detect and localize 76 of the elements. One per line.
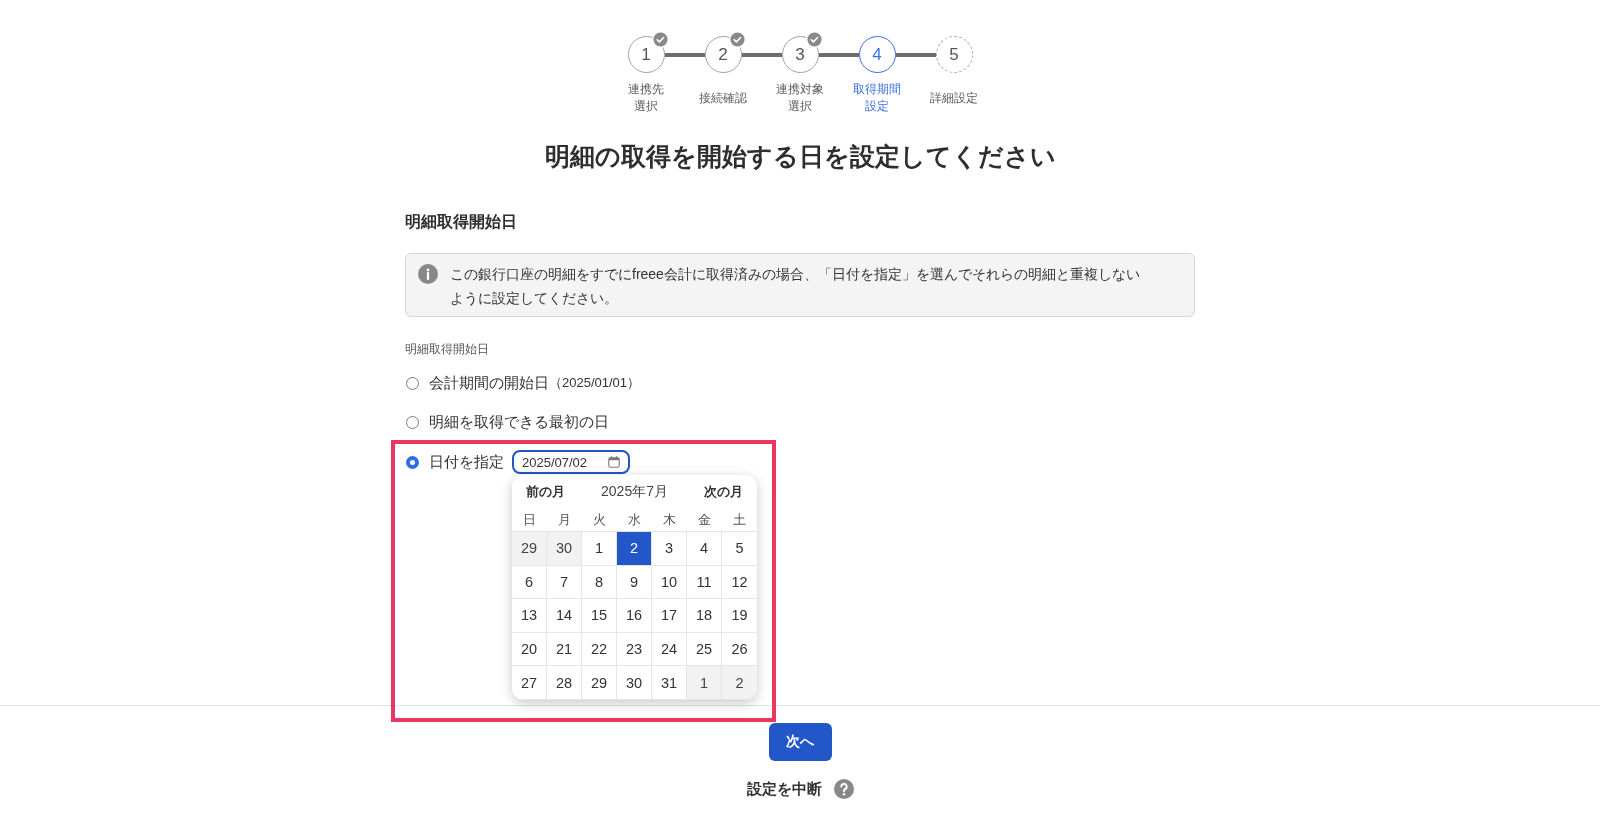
help-icon[interactable] xyxy=(833,779,854,799)
cancel-setup-link[interactable]: 設定を中断 xyxy=(746,779,822,799)
calendar-day[interactable]: 2 xyxy=(617,532,652,566)
weekday-label: 水 xyxy=(627,511,642,529)
calendar-day[interactable]: 27 xyxy=(512,666,547,700)
radio-label[interactable]: 明細を取得できる最初の日 xyxy=(429,412,609,432)
calendar-day[interactable]: 1 xyxy=(582,532,617,566)
step-label: 詳細設定 xyxy=(930,89,978,107)
calendar-day[interactable]: 10 xyxy=(652,565,687,600)
calendar-day[interactable]: 29 xyxy=(582,666,617,700)
section-heading: 明細取得開始日 xyxy=(405,212,518,232)
calendar-day[interactable]: 8 xyxy=(582,565,617,600)
calendar-day[interactable]: 14 xyxy=(547,599,582,633)
field-label: 明細取得開始日 xyxy=(405,341,490,358)
step-label: 接続確認 xyxy=(699,89,747,107)
radio-label[interactable]: 日付を指定 xyxy=(429,452,504,472)
date-field[interactable]: 2025/07/02 xyxy=(512,450,630,474)
step-connector xyxy=(895,52,936,57)
radio-button[interactable] xyxy=(406,376,419,390)
info-icon xyxy=(418,264,438,284)
calendar-day[interactable]: 15 xyxy=(582,599,617,633)
calendar-day[interactable]: 5 xyxy=(722,532,757,566)
calendar-day[interactable]: 16 xyxy=(617,599,652,633)
check-badge-icon xyxy=(805,31,823,48)
step-connector xyxy=(741,52,782,57)
radio-note: （2025/01/01） xyxy=(549,374,641,392)
calendar-day[interactable]: 7 xyxy=(547,565,582,600)
step-circle: 4 xyxy=(858,36,896,73)
calendar-day[interactable]: 30 xyxy=(617,666,652,700)
calendar-day[interactable]: 18 xyxy=(687,599,722,633)
calendar-day[interactable]: 29 xyxy=(512,532,547,566)
notice-text: この銀行口座の明細をすでにfreee会計に取得済みの場合、「日付を指定」を選んでそれらの明細と重複しないように設定してください。 xyxy=(450,265,1141,308)
calendar-day[interactable]: 22 xyxy=(582,632,617,667)
calendar-icon[interactable] xyxy=(608,456,620,468)
check-badge-icon xyxy=(651,31,669,48)
calendar-day[interactable]: 19 xyxy=(722,599,757,633)
radio-button[interactable] xyxy=(406,455,419,469)
weekday-label: 日 xyxy=(522,511,537,529)
calendar-day[interactable]: 25 xyxy=(687,632,722,667)
weekday-label: 金 xyxy=(697,511,712,529)
calendar-day[interactable]: 6 xyxy=(512,565,547,600)
calendar-day[interactable]: 26 xyxy=(722,632,757,667)
calendar-day[interactable]: 3 xyxy=(652,532,687,566)
calendar-day[interactable]: 1 xyxy=(687,666,722,700)
step-connector xyxy=(818,52,859,57)
calendar-day[interactable]: 13 xyxy=(512,599,547,633)
calendar-day[interactable]: 20 xyxy=(512,632,547,667)
next-button[interactable]: 次へ xyxy=(768,723,832,761)
page-title: 明細の取得を開始する日を設定してください xyxy=(544,141,1056,172)
check-badge-icon xyxy=(728,31,746,48)
weekday-label: 月 xyxy=(557,511,572,529)
step-circle: 5 xyxy=(935,36,973,73)
step-label: 取得期間 設定 xyxy=(853,81,901,115)
step-label: 連携先 選択 xyxy=(628,81,664,115)
weekday-label: 土 xyxy=(732,511,747,529)
radio-label[interactable]: 会計期間の開始日 xyxy=(429,373,549,393)
calendar-day[interactable]: 31 xyxy=(652,666,687,700)
month-label: 2025年7月 xyxy=(601,483,668,501)
calendar-day[interactable]: 23 xyxy=(617,632,652,667)
weekday-label: 木 xyxy=(662,511,677,529)
calendar-day[interactable]: 11 xyxy=(687,565,722,600)
step-connector xyxy=(664,52,705,57)
calendar-day[interactable]: 17 xyxy=(652,599,687,633)
calendar-day[interactable]: 9 xyxy=(617,565,652,600)
step-label: 連携対象 選択 xyxy=(776,81,824,115)
next-month-button[interactable]: 次の月 xyxy=(704,483,743,501)
prev-month-button[interactable]: 前の月 xyxy=(526,483,565,501)
calendar-day[interactable]: 30 xyxy=(547,532,582,566)
radio-button[interactable] xyxy=(406,415,419,429)
weekday-label: 火 xyxy=(592,511,607,529)
calendar-day[interactable]: 21 xyxy=(547,632,582,667)
calendar-day[interactable]: 24 xyxy=(652,632,687,667)
calendar-day[interactable]: 2 xyxy=(722,666,757,700)
calendar-day[interactable]: 28 xyxy=(547,666,582,700)
calendar-day[interactable]: 12 xyxy=(722,565,757,600)
calendar-day[interactable]: 4 xyxy=(687,532,722,566)
